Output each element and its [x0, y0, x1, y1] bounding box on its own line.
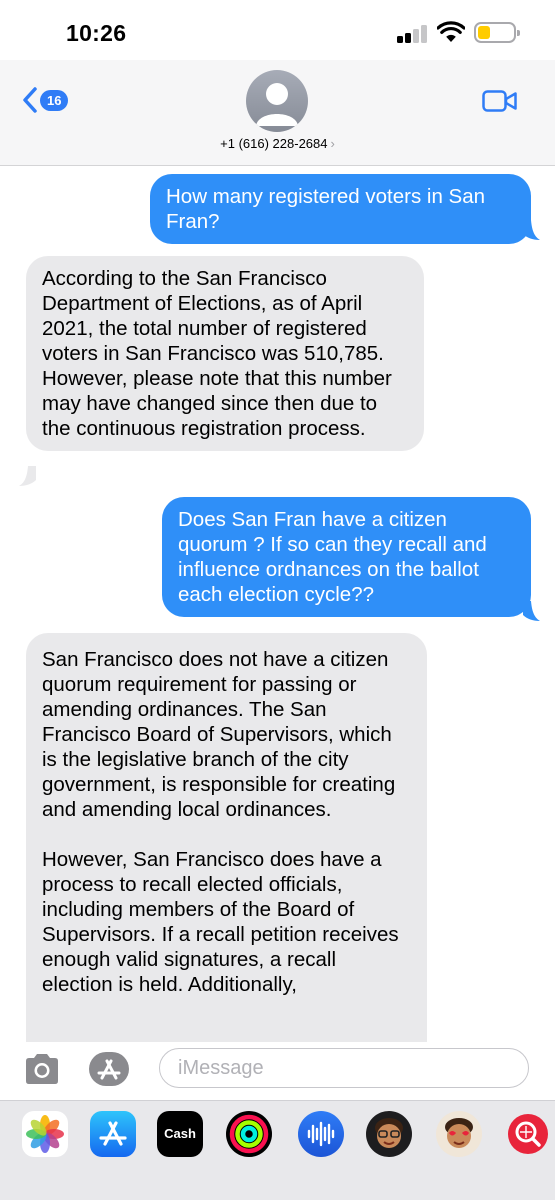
bubble-tail	[523, 601, 540, 621]
memoji-stickers-app-button[interactable]	[436, 1111, 482, 1157]
chevron-left-icon	[23, 87, 37, 113]
battery-icon	[474, 22, 520, 43]
cellular-signal-icon	[397, 23, 431, 43]
message-paragraph: However, San Francisco does have a proce…	[42, 848, 399, 996]
memoji-stickers-icon	[445, 1118, 473, 1148]
facetime-video-icon[interactable]	[482, 89, 518, 113]
apple-cash-app-button[interactable]: Cash	[157, 1111, 203, 1157]
unread-count-badge: 16	[40, 89, 69, 111]
activity-app-button[interactable]	[226, 1111, 272, 1157]
person-silhouette-icon	[256, 83, 298, 126]
app-store-app-button[interactable]	[90, 1111, 136, 1157]
incoming-message-bubble[interactable]: San Francisco does not have a citizen qu…	[26, 633, 427, 1042]
app-drawer-button[interactable]	[89, 1052, 129, 1086]
back-button[interactable]: 16	[22, 85, 78, 115]
status-bar: 10:26	[0, 0, 555, 60]
message-text: Does San Fran have a citizen quorum ? If…	[178, 508, 487, 606]
photos-app-button[interactable]	[22, 1111, 68, 1157]
contact-chevron-icon: ›	[330, 136, 335, 151]
bubble-tail	[523, 220, 540, 240]
photos-icon	[26, 1115, 64, 1153]
memoji-app-button[interactable]	[366, 1111, 412, 1157]
message-thread[interactable]: How many registered voters in San Fran? …	[0, 166, 555, 1042]
message-text: According to the San Francisco Departmen…	[42, 267, 392, 440]
message-paragraph: San Francisco does not have a citizen qu…	[42, 648, 396, 821]
imessage-placeholder: iMessage	[178, 1057, 264, 1079]
contact-name[interactable]: +1 (616) 228-2684 ›	[0, 136, 555, 151]
conversation-header: 16 +1 (616) 228-2684 ›	[0, 60, 555, 166]
incoming-message-bubble[interactable]: According to the San Francisco Departmen…	[26, 256, 424, 451]
web-search-app-button[interactable]	[508, 1114, 548, 1154]
avatar[interactable]	[246, 70, 308, 132]
bubble-tail	[19, 466, 36, 486]
outgoing-message-bubble[interactable]: Does San Fran have a citizen quorum ? If…	[162, 497, 531, 617]
web-search-icon	[515, 1121, 541, 1147]
compose-bar: iMessage	[0, 1042, 555, 1100]
contact-number: +1 (616) 228-2684	[220, 136, 328, 151]
audio-message-app-button[interactable]	[298, 1111, 344, 1157]
app-store-icon	[97, 1059, 121, 1080]
message-text: How many registered voters in San Fran?	[166, 185, 486, 233]
camera-icon[interactable]	[22, 1052, 62, 1086]
wifi-icon	[437, 21, 465, 42]
audio-message-icon	[307, 1121, 335, 1147]
memoji-icon	[375, 1118, 403, 1148]
apple-cash-label: Cash	[164, 1126, 196, 1141]
outgoing-message-bubble[interactable]: How many registered voters in San Fran?	[150, 174, 531, 244]
app-store-icon	[99, 1121, 127, 1146]
status-time: 10:26	[66, 20, 127, 46]
imessage-input[interactable]: iMessage	[159, 1048, 529, 1088]
imessage-app-strip: Cash	[0, 1100, 555, 1200]
activity-icon	[229, 1114, 269, 1154]
